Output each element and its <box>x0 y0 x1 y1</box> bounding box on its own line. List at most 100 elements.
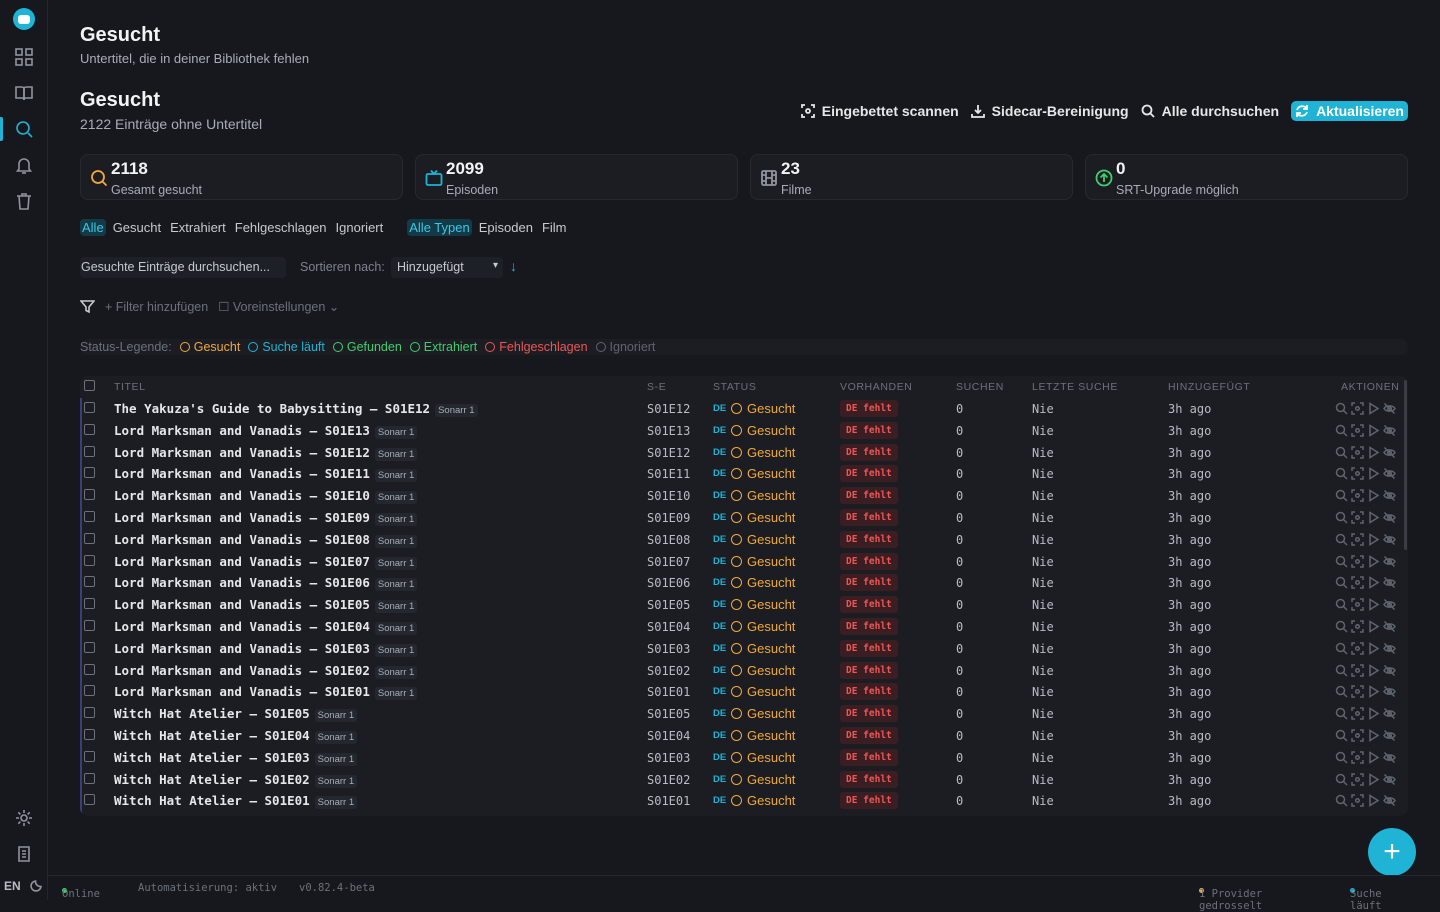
language-toggle[interactable]: EN <box>4 879 21 893</box>
row-title[interactable]: Lord Marksman and Vanadis – S01E05 Sonarr… <box>114 597 418 614</box>
filter-chip-all[interactable]: Alle <box>80 219 106 236</box>
row-checkbox[interactable] <box>84 794 95 806</box>
row-title[interactable]: Lord Marksman and Vanadis – S01E10 Sonarr… <box>114 488 418 505</box>
search-icon[interactable] <box>1335 467 1348 480</box>
refresh-button[interactable]: Aktualisieren <box>1291 101 1408 121</box>
row-title[interactable]: Lord Marksman and Vanadis – S01E13 Sonarr… <box>114 423 418 439</box>
play-icon[interactable] <box>1367 598 1380 612</box>
search-icon[interactable] <box>1335 685 1348 698</box>
table-row[interactable]: Lord Marksman and Vanadis – S01E04 Sonarr… <box>80 616 1408 638</box>
row-title[interactable]: Lord Marksman and Vanadis – S01E01 Sonarr… <box>114 684 418 701</box>
search-icon[interactable] <box>1335 707 1348 720</box>
scan-icon[interactable] <box>1351 445 1364 459</box>
row-checkbox[interactable] <box>84 663 95 675</box>
type-chip-episodes[interactable]: Episoden <box>477 219 535 236</box>
search-icon[interactable] <box>1335 642 1348 655</box>
row-title[interactable]: Witch Hat Atelier – S01E05 Sonarr 1 <box>114 706 358 723</box>
row-title[interactable]: Witch Hat Atelier – S01E02 Sonarr 1 <box>114 772 358 788</box>
search-icon[interactable] <box>13 118 35 140</box>
row-title[interactable]: The Yakuza's Guide to Babysitting – S01E… <box>114 401 478 417</box>
search-icon[interactable] <box>1335 729 1348 742</box>
sort-direction-arrow-icon[interactable]: ↓ <box>510 258 517 274</box>
play-icon[interactable] <box>1367 794 1380 808</box>
table-row[interactable]: Witch Hat Atelier – S01E05 Sonarr 1 S01E05… <box>80 703 1408 725</box>
play-icon[interactable] <box>1367 772 1380 786</box>
play-icon[interactable] <box>1367 467 1380 481</box>
search-icon[interactable] <box>1335 489 1348 502</box>
search-input[interactable]: Gesuchte Einträge durchsuchen... <box>80 257 286 278</box>
filter-chip-extracted[interactable]: Extrahiert <box>168 219 228 236</box>
table-row[interactable]: Lord Marksman and Vanadis – S01E02 Sonarr… <box>80 660 1408 682</box>
table-row[interactable]: Lord Marksman and Vanadis – S01E06 Sonarr… <box>80 572 1408 594</box>
play-icon[interactable] <box>1367 511 1380 524</box>
table-row[interactable]: Witch Hat Atelier – S01E01 Sonarr 1 S01E01… <box>80 790 1408 812</box>
search-icon[interactable] <box>1335 424 1348 437</box>
table-row[interactable]: Lord Marksman and Vanadis – S01E13 Sonarr… <box>80 420 1408 442</box>
scan-icon[interactable] <box>1351 489 1364 502</box>
play-icon[interactable] <box>1367 402 1380 415</box>
search-all-button[interactable]: Alle durchsuchen <box>1141 101 1279 121</box>
scan-icon[interactable] <box>1351 576 1364 590</box>
scan-icon[interactable] <box>1351 620 1364 633</box>
eye-off-icon[interactable] <box>1383 446 1396 459</box>
eye-off-icon[interactable] <box>1383 576 1396 589</box>
play-icon[interactable] <box>1367 750 1380 764</box>
table-row[interactable]: Witch Hat Atelier – S01E02 Sonarr 1 S01E02… <box>80 769 1408 791</box>
search-icon[interactable] <box>1335 620 1348 633</box>
theme-moon-icon[interactable] <box>30 878 44 892</box>
table-row[interactable]: Lord Marksman and Vanadis – S01E10 Sonarr… <box>80 485 1408 507</box>
eye-off-icon[interactable] <box>1383 729 1396 742</box>
scan-icon[interactable] <box>1351 554 1364 568</box>
scan-icon[interactable] <box>1351 642 1364 655</box>
eye-off-icon[interactable] <box>1383 751 1396 764</box>
filter-chip-failed[interactable]: Fehlgeschlagen <box>233 219 329 236</box>
filter-chip-ignored[interactable]: Ignoriert <box>334 219 386 236</box>
dashboard-icon[interactable] <box>13 46 35 68</box>
play-icon[interactable] <box>1367 729 1380 742</box>
table-row[interactable]: Witch Hat Atelier – S01E04 Sonarr 1 S01E04… <box>80 725 1408 747</box>
search-icon[interactable] <box>1335 555 1348 568</box>
scan-icon[interactable] <box>1351 707 1364 720</box>
type-chip-all[interactable]: Alle Typen <box>407 219 472 236</box>
eye-off-icon[interactable] <box>1383 511 1396 524</box>
column-available[interactable]: VORHANDEN <box>840 381 913 393</box>
column-added[interactable]: HINZUGEFÜGT <box>1168 381 1250 393</box>
bell-icon[interactable] <box>13 154 35 176</box>
eye-off-icon[interactable] <box>1383 707 1396 720</box>
play-icon[interactable] <box>1367 685 1380 699</box>
sort-select[interactable]: Hinzugefügt ▾ <box>391 257 503 278</box>
scan-icon[interactable] <box>1351 424 1364 437</box>
row-title[interactable]: Lord Marksman and Vanadis – S01E06 Sonarr… <box>114 575 418 592</box>
play-icon[interactable] <box>1367 423 1380 437</box>
row-title[interactable]: Lord Marksman and Vanadis – S01E04 Sonarr… <box>114 619 418 635</box>
table-row[interactable]: Lord Marksman and Vanadis – S01E12 Sonarr… <box>80 442 1408 464</box>
row-title[interactable]: Lord Marksman and Vanadis – S01E12 Sonarr… <box>114 445 418 461</box>
table-row[interactable]: Lord Marksman and Vanadis – S01E08 Sonarr… <box>80 529 1408 551</box>
filter-chip-wanted[interactable]: Gesucht <box>111 219 163 236</box>
trash-icon[interactable] <box>13 190 35 212</box>
play-icon[interactable] <box>1367 554 1380 568</box>
eye-off-icon[interactable] <box>1383 489 1396 502</box>
eye-off-icon[interactable] <box>1383 685 1396 698</box>
row-title[interactable]: Lord Marksman and Vanadis – S01E03 Sonarr… <box>114 641 418 657</box>
play-icon[interactable] <box>1367 707 1380 721</box>
row-checkbox[interactable] <box>84 598 95 610</box>
row-checkbox[interactable] <box>84 489 95 501</box>
search-icon[interactable] <box>1335 511 1348 524</box>
scan-icon[interactable] <box>1351 533 1364 546</box>
eye-off-icon[interactable] <box>1383 773 1396 786</box>
search-icon[interactable] <box>1335 402 1348 415</box>
row-checkbox[interactable] <box>84 467 95 479</box>
row-checkbox[interactable] <box>84 750 95 762</box>
eye-off-icon[interactable] <box>1383 664 1396 677</box>
table-row[interactable]: The Yakuza's Guide to Babysitting – S01E… <box>80 398 1408 420</box>
row-title[interactable]: Lord Marksman and Vanadis – S01E02 Sonarr… <box>114 663 418 679</box>
scan-icon[interactable] <box>1351 729 1364 742</box>
play-icon[interactable] <box>1367 445 1380 459</box>
table-row[interactable]: Lord Marksman and Vanadis – S01E01 Sonarr… <box>80 681 1408 703</box>
eye-off-icon[interactable] <box>1383 555 1396 568</box>
table-row[interactable]: Lord Marksman and Vanadis – S01E03 Sonarr… <box>80 638 1408 660</box>
add-fab-button[interactable]: + <box>1368 828 1416 876</box>
play-icon[interactable] <box>1367 641 1380 655</box>
search-icon[interactable] <box>1335 533 1348 546</box>
